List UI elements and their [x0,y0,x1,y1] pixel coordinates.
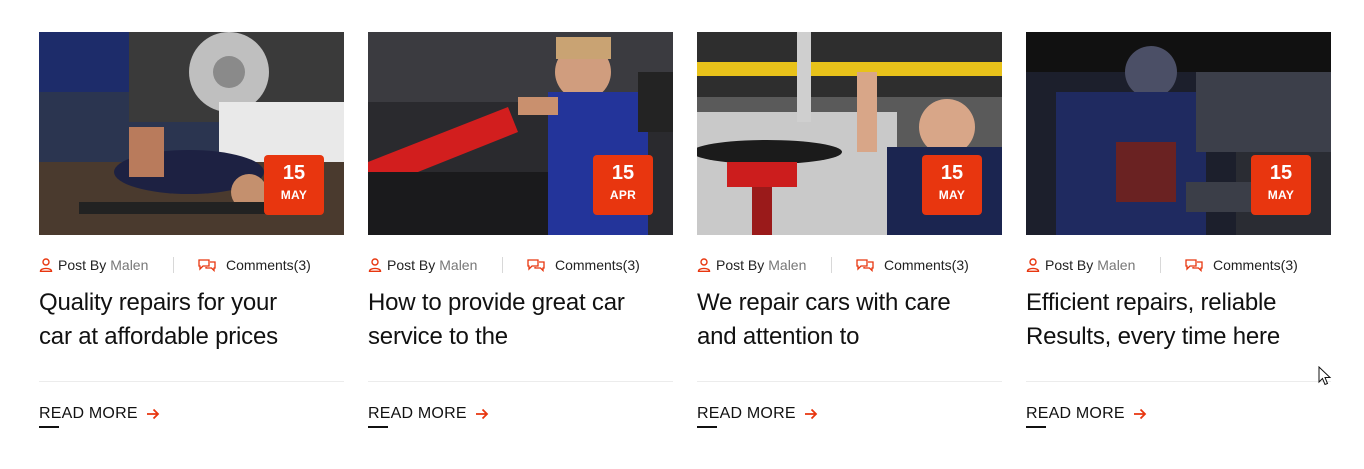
comments-count: Comments(3) [1213,257,1298,273]
post-meta: Post By Malen Comments(3) [368,256,673,274]
post-author-meta[interactable]: Post By Malen [1026,257,1160,273]
post-title-line2: service to the [368,323,508,350]
comment-icon [1185,259,1203,272]
post-thumbnail[interactable]: 15 MAY [697,32,1002,235]
arrow-right-icon [475,408,488,420]
blog-card: 15 APR Post By Malen Comments(3) How to … [368,32,673,428]
comments-meta[interactable]: Comments(3) [198,257,311,273]
card-divider [368,381,673,382]
blog-card: 15 MAY Post By Malen Comments(3) [39,32,344,428]
blog-card: 15 MAY Post By Malen Comments(3) [1026,32,1331,428]
date-month: MAY [1267,188,1295,202]
post-title-line1: We repair cars with care [697,289,951,316]
arrow-right-icon [1133,408,1146,420]
post-title-line2: and attention to [697,323,860,350]
read-more-link[interactable]: READ MORE [697,405,1002,428]
card-divider [39,381,344,382]
post-author-meta[interactable]: Post By Malen [368,257,502,273]
date-day: 15 [282,162,306,184]
date-day: 15 [1269,162,1293,184]
post-title-line1: Efficient repairs, reliable [1026,289,1277,316]
date-month: MAY [280,188,308,202]
post-title[interactable]: Quality repairs for your car at affordab… [39,286,344,354]
date-month: MAY [938,188,966,202]
post-title[interactable]: We repair cars with care and attention t… [697,286,1002,354]
comments-count: Comments(3) [226,257,311,273]
post-author[interactable]: Malen [439,257,477,273]
post-author-meta[interactable]: Post By Malen [697,257,831,273]
post-thumbnail[interactable]: 15 APR [368,32,673,235]
blog-grid: 15 MAY Post By Malen Comments(3) Quality… [39,32,1331,428]
read-more-link[interactable]: READ MORE [39,405,344,428]
read-more-link[interactable]: READ MORE [368,405,673,428]
post-title-line1: How to provide great car [368,289,625,316]
date-badge: 15 MAY [264,155,324,215]
date-day: 15 [611,162,635,184]
meta-divider [1160,257,1161,273]
post-author[interactable]: Malen [768,257,806,273]
date-day: 15 [940,162,964,184]
user-icon [697,258,711,272]
comments-count: Comments(3) [884,257,969,273]
comments-count: Comments(3) [555,257,640,273]
card-divider [1026,381,1331,382]
post-by-label: Post By [716,257,765,273]
post-title[interactable]: Efficient repairs, reliable Results, eve… [1026,286,1331,354]
post-by-label: Post By [387,257,436,273]
user-icon [39,258,53,272]
post-author-meta[interactable]: Post By Malen [39,257,173,273]
read-more-label: READ MORE [1026,405,1125,428]
read-more-label: READ MORE [697,405,796,428]
comment-icon [198,259,216,272]
meta-divider [502,257,503,273]
post-meta: Post By Malen Comments(3) [39,256,344,274]
user-icon [1026,258,1040,272]
mouse-pointer-icon [1318,366,1332,386]
post-title-line2: Results, every time here [1026,323,1280,350]
post-title[interactable]: How to provide great car service to the [368,286,673,354]
meta-divider [173,257,174,273]
date-month: APR [609,188,637,202]
post-author[interactable]: Malen [1097,257,1135,273]
blog-card: 15 MAY Post By Malen Comments(3) [697,32,1002,428]
comments-meta[interactable]: Comments(3) [527,257,640,273]
date-badge: 15 MAY [922,155,982,215]
comments-meta[interactable]: Comments(3) [1185,257,1298,273]
card-divider [697,381,1002,382]
post-by-label: Post By [1045,257,1094,273]
post-by-label: Post By [58,257,107,273]
read-more-label: READ MORE [368,405,467,428]
post-title-line2: car at affordable prices [39,323,278,350]
read-more-link[interactable]: READ MORE [1026,405,1331,428]
post-meta: Post By Malen Comments(3) [1026,256,1331,274]
post-meta: Post By Malen Comments(3) [697,256,1002,274]
post-author[interactable]: Malen [110,257,148,273]
date-badge: 15 APR [593,155,653,215]
arrow-right-icon [804,408,817,420]
post-thumbnail[interactable]: 15 MAY [1026,32,1331,235]
read-more-label: READ MORE [39,405,138,428]
user-icon [368,258,382,272]
comment-icon [856,259,874,272]
meta-divider [831,257,832,273]
comment-icon [527,259,545,272]
date-badge: 15 MAY [1251,155,1311,215]
post-thumbnail[interactable]: 15 MAY [39,32,344,235]
comments-meta[interactable]: Comments(3) [856,257,969,273]
arrow-right-icon [146,408,159,420]
post-title-line1: Quality repairs for your [39,289,277,316]
